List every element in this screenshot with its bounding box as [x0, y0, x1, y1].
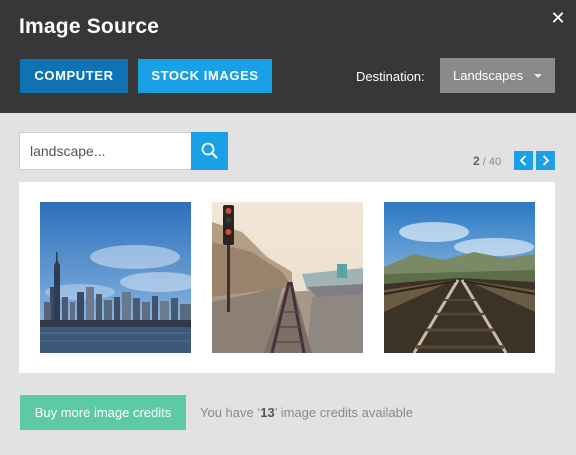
image-thumbnail[interactable]: [40, 202, 191, 353]
railway-tracks-bridge-photo: [384, 202, 535, 353]
dialog-header: Image Source ✕ COMPUTER STOCK IMAGES Des…: [0, 0, 576, 113]
total-pages: 40: [488, 156, 502, 168]
destination-label: Destination:: [356, 69, 425, 84]
credits-count: 13: [260, 405, 275, 420]
stock-images-tab-button[interactable]: STOCK IMAGES: [138, 59, 272, 93]
search-button[interactable]: [191, 132, 228, 170]
buy-credits-button[interactable]: Buy more image credits: [20, 395, 186, 430]
close-icon[interactable]: ✕: [548, 8, 568, 28]
search-input[interactable]: [19, 132, 192, 170]
computer-tab-button[interactable]: COMPUTER: [20, 59, 128, 93]
current-page: 2: [473, 154, 480, 168]
caret-down-icon: [534, 74, 542, 78]
previous-page-button[interactable]: [514, 151, 533, 170]
city-skyline-photo: [40, 202, 191, 353]
dialog-title: Image Source: [19, 15, 160, 38]
credits-prefix: You have ‘: [200, 405, 261, 420]
railway-tracks-coast-photo: [212, 202, 363, 353]
search-icon: [201, 142, 218, 159]
credits-info: You have ‘13’ image credits available: [200, 405, 413, 420]
next-page-button[interactable]: [536, 151, 555, 170]
page-separator: /: [482, 156, 486, 168]
image-thumbnail[interactable]: [212, 202, 363, 353]
destination-selected-value: Landscapes: [453, 68, 524, 83]
image-thumbnail[interactable]: [384, 202, 535, 353]
image-gallery: [19, 182, 555, 373]
destination-dropdown[interactable]: Landscapes: [440, 58, 555, 93]
chevron-right-icon: [542, 155, 550, 166]
chevron-left-icon: [519, 155, 527, 166]
credits-suffix: ’ image credits available: [274, 405, 413, 420]
pagination-indicator: 2 / 40: [473, 154, 501, 168]
